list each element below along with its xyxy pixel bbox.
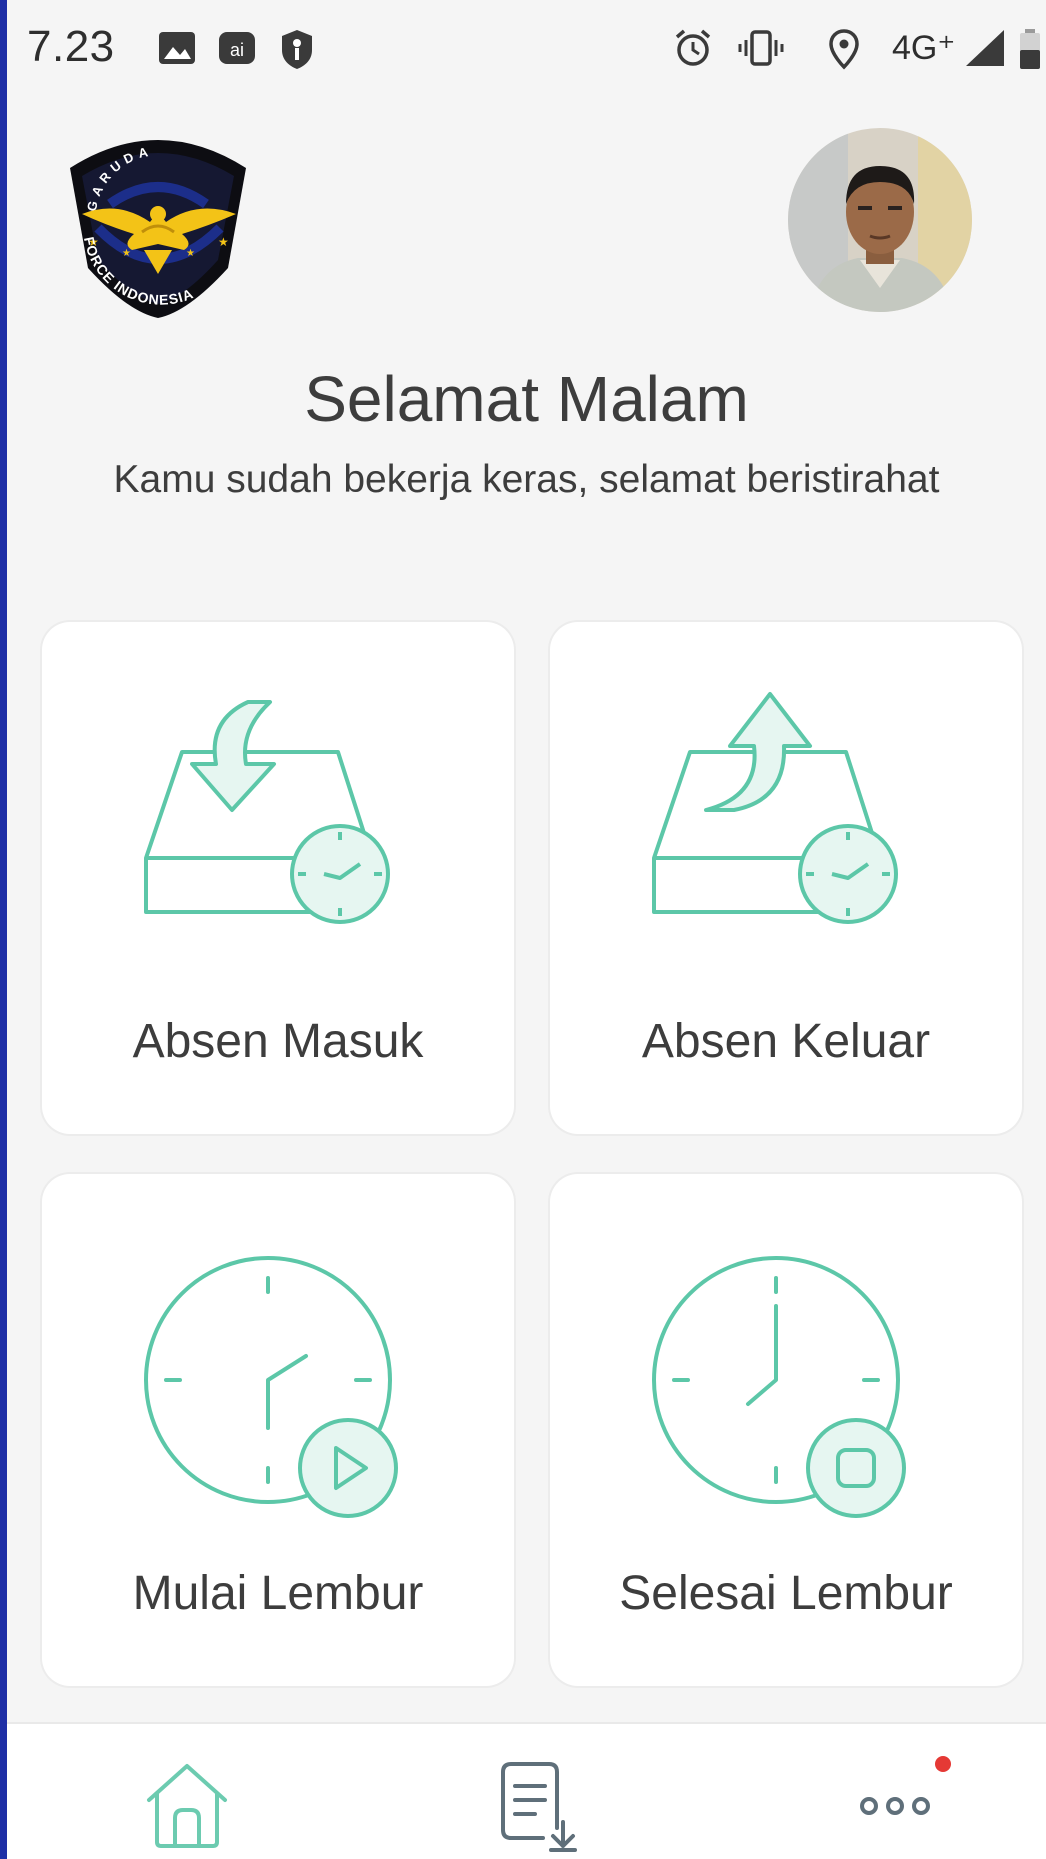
signal-icon xyxy=(966,30,1004,66)
garuda-force-logo: GARUDA ★ ★ ★ ★ FORCE INDONESIA xyxy=(70,140,246,318)
bottom-navigation xyxy=(7,1722,1046,1859)
check-in-icon xyxy=(144,700,390,924)
mulai-lembur-label: Mulai Lembur xyxy=(132,1567,424,1620)
absen-masuk-card[interactable]: Absen Masuk xyxy=(42,622,514,1134)
shield-icon xyxy=(282,30,312,69)
status-time: 7.23 xyxy=(27,22,115,71)
report-download-icon[interactable] xyxy=(487,1754,587,1854)
selesai-lembur-card[interactable]: Selesai Lembur xyxy=(550,1174,1022,1686)
avatar[interactable] xyxy=(788,128,972,312)
more-icon[interactable] xyxy=(845,1754,945,1854)
notification-dot xyxy=(935,1756,951,1772)
mulai-lembur-card[interactable]: Mulai Lembur xyxy=(42,1174,514,1686)
window-border xyxy=(0,0,7,1859)
overtime-stop-icon xyxy=(652,1256,906,1518)
location-icon xyxy=(829,29,859,70)
home-icon[interactable] xyxy=(137,1754,237,1854)
vibrate-icon xyxy=(738,30,784,66)
absen-keluar-label: Absen Keluar xyxy=(641,1015,931,1068)
network-type: 4G⁺ xyxy=(892,29,956,67)
image-icon xyxy=(159,32,195,64)
app-screen: 7.23 ai 4G⁺ GARUDA ★ ★ ★ ★ FORCE INDONES… xyxy=(0,0,1046,1859)
check-out-icon xyxy=(652,692,898,924)
svg-text:★: ★ xyxy=(218,235,229,249)
battery-icon xyxy=(1020,29,1040,69)
absen-masuk-label: Absen Masuk xyxy=(132,1015,424,1068)
greeting-subtitle: Kamu sudah bekerja keras, selamat berist… xyxy=(113,458,940,501)
svg-text:★: ★ xyxy=(122,248,131,259)
greeting-title: Selamat Malam xyxy=(304,363,749,435)
absen-keluar-card[interactable]: Absen Keluar xyxy=(550,622,1022,1134)
selesai-lembur-label: Selesai Lembur xyxy=(619,1567,953,1620)
app-icon: ai xyxy=(219,32,255,64)
status-bar: 7.23 ai 4G⁺ xyxy=(7,0,1046,110)
alarm-icon xyxy=(675,29,711,66)
svg-text:★: ★ xyxy=(186,248,195,259)
svg-text:ai: ai xyxy=(230,40,244,60)
overtime-start-icon xyxy=(144,1256,398,1518)
